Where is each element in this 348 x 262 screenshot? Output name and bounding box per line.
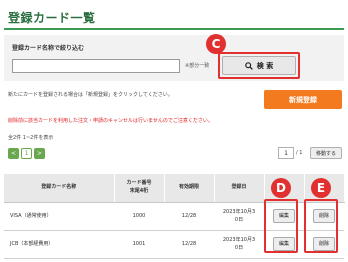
page-total-text: / 1 [296,150,303,156]
registered-date-cell: 2023年10月3 0日 [214,202,264,231]
registered-date-line2: 0日 [234,245,244,251]
column-header-card-number: カード番号 末尾4桁 [114,174,165,203]
column-header-registered: 登録日 [214,174,265,203]
registered-date-line1: 2023年10月3 [222,209,256,215]
page-number-input[interactable] [278,147,294,159]
registered-date-line2: 0日 [234,217,244,223]
new-register-button[interactable]: 新規登録 [264,90,342,109]
result-count-text: 全2件 1~2件を表示 [8,135,54,141]
page-title: 登録カード一覧 [8,11,96,25]
callout-badge-c: C [206,34,226,54]
card-last4-cell: 1001 [114,230,164,259]
column-header-expiry: 有効期限 [164,174,215,203]
current-page-button[interactable]: 1 [21,148,32,159]
goto-page-button[interactable]: 移動する [310,147,342,159]
delete-warning-text: 削除前に該当カードを利用した注文・申請のキャンセルは行いませんのでご注意ください… [8,118,213,124]
card-expiry-cell: 12/28 [164,202,214,231]
table-header-row: 登録カード名称 カード番号 末尾4桁 有効期限 登録日 [4,174,345,203]
column-header-name: 登録カード名称 [4,174,115,203]
registered-date-line1: 2023年10月3 [222,237,256,243]
callout-badge-e: E [311,178,331,198]
column-header-card-number-line2: 末尾4桁 [129,187,149,194]
card-name-cell: VISA（通常使用） [4,202,114,231]
title-divider [4,28,344,30]
register-hint-text: 新たにカードを登録される場合は「新規登録」をクリックしてください。 [8,92,173,98]
next-page-button[interactable]: > [34,148,45,159]
card-last4-cell: 1000 [114,202,164,231]
prev-page-button[interactable]: < [8,148,19,159]
column-header-card-number-line1: カード番号 [126,180,152,187]
card-name-cell: JCB（本部経費用） [4,230,114,259]
delete-callout-box [304,199,338,253]
filter-label: 登録カード名称で絞り込む [12,45,85,52]
registered-date-cell: 2023年10月3 0日 [214,230,264,259]
callout-badge-d: D [271,178,291,198]
edit-callout-box [264,199,298,253]
search-callout-box [218,52,300,79]
card-expiry-cell: 12/28 [164,230,214,259]
partial-match-label: ※部分一致 [185,63,210,69]
card-name-filter-input[interactable] [12,59,180,73]
